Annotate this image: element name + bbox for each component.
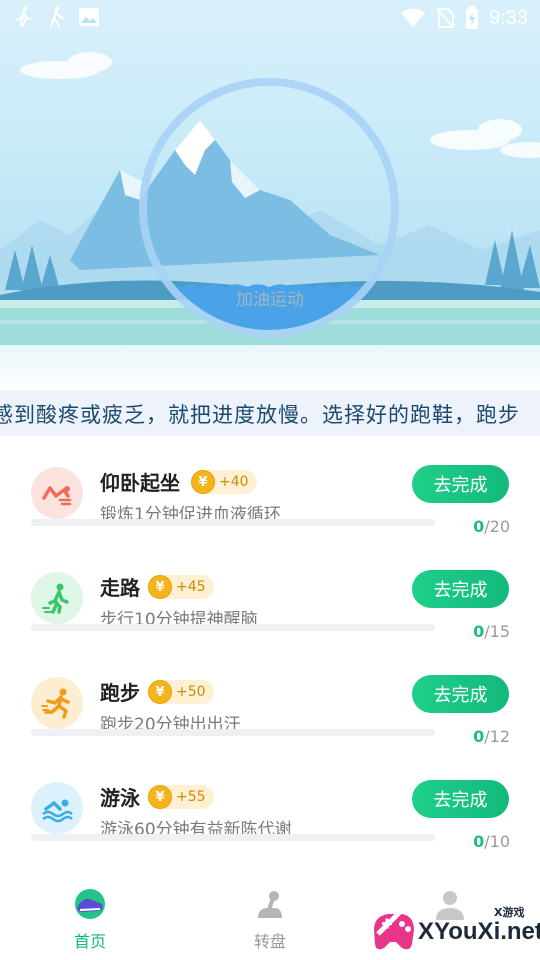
task-title: 仰卧起坐 bbox=[100, 471, 180, 495]
task-row: 跑步 ¥ +50 跑步20分钟出出汗 去完成 0/12 bbox=[0, 657, 540, 762]
hero-banner: 加油运动 bbox=[0, 0, 540, 390]
task-progress-bar bbox=[31, 834, 435, 841]
reward-badge: ¥ +45 bbox=[148, 575, 214, 599]
task-progress-bar bbox=[31, 624, 435, 631]
status-left-icons bbox=[14, 6, 100, 28]
task-row: 仰卧起坐 ¥ +40 锻炼1分钟促进血液循环 去完成 0/20 bbox=[0, 447, 540, 552]
task-title: 走路 bbox=[100, 576, 140, 600]
image-icon bbox=[79, 8, 99, 26]
status-time: 9:33 bbox=[489, 6, 528, 29]
home-shoe-icon bbox=[75, 889, 105, 919]
reward-amount: +45 bbox=[176, 579, 206, 595]
go-complete-button[interactable]: 去完成 bbox=[412, 570, 509, 608]
task-title: 跑步 bbox=[100, 681, 140, 705]
go-complete-button[interactable]: 去完成 bbox=[412, 780, 509, 818]
gamepad-logo-icon bbox=[374, 906, 414, 950]
task-progress-count: 0/12 bbox=[473, 727, 510, 746]
walk-icon bbox=[16, 6, 31, 27]
site-watermark: X游戏 XYouXi.net bbox=[368, 900, 540, 958]
task-total-count: /20 bbox=[484, 517, 510, 536]
no-sim-icon bbox=[436, 8, 455, 28]
swim-icon bbox=[31, 782, 83, 834]
coin-icon: ¥ bbox=[148, 680, 172, 704]
status-right-icons: 9:33 bbox=[401, 6, 528, 30]
wifi-icon bbox=[401, 8, 426, 27]
walk-icon bbox=[50, 6, 64, 27]
go-complete-button[interactable]: 去完成 bbox=[412, 465, 509, 503]
task-total-count: /12 bbox=[484, 727, 510, 746]
task-progress-bar bbox=[31, 519, 435, 526]
tips-text: 感到酸疼或疲乏，就把进度放慢。选择好的跑鞋，跑步 bbox=[0, 403, 520, 427]
nav-label-wheel: 转盘 bbox=[253, 932, 286, 951]
task-progress-count: 0/10 bbox=[473, 832, 510, 851]
joystick-icon bbox=[258, 891, 282, 918]
tips-marquee: 感到酸疼或疲乏，就把进度放慢。选择好的跑鞋，跑步 bbox=[0, 390, 540, 436]
task-done-count: 0 bbox=[473, 727, 485, 746]
coin-icon: ¥ bbox=[191, 470, 215, 494]
coin-icon: ¥ bbox=[148, 785, 172, 809]
reward-amount: +55 bbox=[176, 789, 206, 805]
nav-item-home[interactable]: 首页 bbox=[30, 880, 150, 960]
task-done-count: 0 bbox=[473, 517, 485, 536]
status-bar: 9:33 bbox=[0, 0, 540, 36]
reward-amount: +50 bbox=[176, 684, 206, 700]
task-row: 走路 ¥ +45 步行10分钟提神醒脑 去完成 0/15 bbox=[0, 552, 540, 657]
walk-icon bbox=[31, 572, 83, 624]
task-progress-count: 0/15 bbox=[473, 622, 510, 641]
task-total-count: /10 bbox=[484, 832, 510, 851]
task-total-count: /15 bbox=[484, 622, 510, 641]
ring-label: 加油运动 bbox=[236, 290, 304, 310]
task-progress-bar bbox=[31, 729, 435, 736]
coin-icon: ¥ bbox=[148, 575, 172, 599]
task-title: 游泳 bbox=[100, 786, 140, 810]
reward-badge: ¥ +40 bbox=[191, 470, 257, 494]
reward-amount: +40 bbox=[219, 474, 249, 490]
task-done-count: 0 bbox=[473, 832, 485, 851]
go-complete-button[interactable]: 去完成 bbox=[412, 675, 509, 713]
battery-icon bbox=[466, 6, 479, 29]
reward-badge: ¥ +55 bbox=[148, 785, 214, 809]
run-icon bbox=[31, 677, 83, 729]
nav-label-home: 首页 bbox=[73, 932, 106, 951]
task-row: 游泳 ¥ +55 游泳60分钟有益新陈代谢 去完成 0/10 bbox=[0, 762, 540, 867]
task-done-count: 0 bbox=[473, 622, 485, 641]
situp-icon bbox=[31, 467, 83, 519]
task-progress-count: 0/20 bbox=[473, 517, 510, 536]
reward-badge: ¥ +50 bbox=[148, 680, 214, 704]
nav-item-wheel[interactable]: 转盘 bbox=[210, 880, 330, 960]
watermark-text: XYouXi.net bbox=[418, 918, 540, 945]
